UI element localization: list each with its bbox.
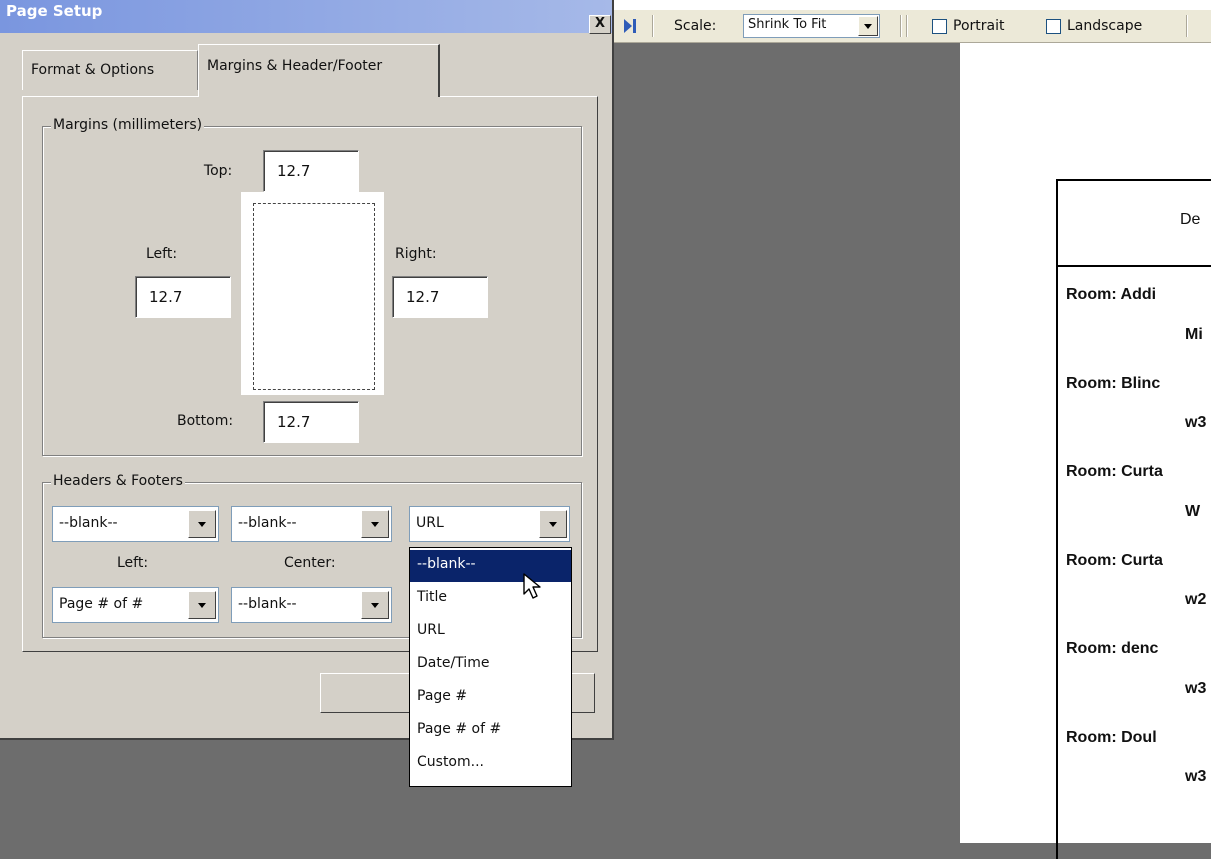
tab-margins-header-footer[interactable]: Margins & Header/Footer <box>198 44 440 97</box>
room-label: Room: Curta <box>1066 463 1163 480</box>
footer-center-select[interactable]: --blank-- <box>231 587 392 623</box>
toolbar-separator <box>906 15 908 37</box>
room-label: Room: Addi <box>1066 286 1157 303</box>
headers-footers-group-label: Headers & Footers <box>51 473 185 489</box>
preview-page: De Room: Addi Mi Room: Blinc w3 Room: Cu… <box>960 43 1211 859</box>
room-sub: Mi <box>1185 326 1203 343</box>
landscape-option[interactable]: Landscape <box>1046 10 1142 42</box>
dropdown-option-url[interactable]: URL <box>410 616 571 648</box>
header-center-select[interactable]: --blank-- <box>231 506 392 542</box>
center-column-label: Center: <box>284 555 336 571</box>
chevron-down-icon[interactable] <box>858 16 878 36</box>
landscape-checkbox[interactable] <box>1046 18 1061 34</box>
room-label: Room: denc <box>1066 640 1159 657</box>
room-sub: w3 <box>1185 680 1207 697</box>
tab-format-options[interactable]: Format & Options <box>22 50 198 90</box>
footer-left-select[interactable]: Page # of # <box>52 587 219 623</box>
portrait-option[interactable]: Portrait <box>932 10 1004 42</box>
left-margin-input[interactable]: 12.7 <box>135 276 231 318</box>
bottom-margin-label: Bottom: <box>177 413 234 429</box>
room-sub: w2 <box>1185 591 1207 608</box>
dialog-title-bar[interactable]: Page Setup X <box>0 0 612 34</box>
chevron-down-icon[interactable] <box>361 510 389 538</box>
room-sub: w3 <box>1185 768 1207 785</box>
left-column-label: Left: <box>117 555 149 571</box>
document-header-text: De <box>1180 211 1201 228</box>
room-sub: W <box>1185 503 1201 520</box>
chevron-down-icon[interactable] <box>188 510 216 538</box>
toolbar-separator <box>900 15 902 37</box>
scale-label: Scale: <box>674 18 717 34</box>
close-icon: X <box>594 16 606 31</box>
toolbar-separator <box>652 15 654 37</box>
margins-group-label: Margins (millimeters) <box>51 117 205 133</box>
close-button[interactable]: X <box>589 15 611 34</box>
top-margin-input[interactable]: 12.7 <box>263 150 359 192</box>
portrait-checkbox[interactable] <box>932 18 947 34</box>
chevron-down-icon[interactable] <box>188 591 216 619</box>
top-margin-label: TTop: <box>203 163 233 179</box>
left-margin-label: Left: <box>146 246 178 262</box>
document-table-header: De <box>1058 181 1211 267</box>
right-margin-label: Right: <box>395 246 437 262</box>
chevron-down-icon[interactable] <box>361 591 389 619</box>
header-left-select[interactable]: --blank-- <box>52 506 219 542</box>
toolbar-separator <box>1186 15 1188 37</box>
room-sub: w3 <box>1185 414 1207 431</box>
chevron-down-icon[interactable] <box>539 510 567 538</box>
document-table: De Room: Addi Mi Room: Blinc w3 Room: Cu… <box>1056 179 1211 859</box>
room-label: Room: Doul <box>1066 729 1157 746</box>
room-label: Room: Curta <box>1066 552 1163 569</box>
scale-select[interactable]: Shrink To Fit <box>743 14 880 38</box>
margin-preview <box>241 192 384 395</box>
room-label: Room: Blinc <box>1066 375 1161 392</box>
dropdown-option-datetime[interactable]: Date/Time <box>410 649 571 681</box>
dropdown-option-page-number[interactable]: Page # <box>410 682 571 714</box>
mouse-cursor-icon <box>523 573 541 599</box>
dialog-title: Page Setup <box>6 2 103 20</box>
last-page-icon[interactable] <box>624 19 636 33</box>
header-right-select[interactable]: URL <box>409 506 570 542</box>
right-margin-input[interactable]: 12.7 <box>392 276 488 318</box>
print-preview-toolbar: Scale: Shrink To Fit Portrait Landscape <box>600 10 1211 43</box>
dropdown-option-page-of[interactable]: Page # of # <box>410 715 571 747</box>
bottom-margin-input[interactable]: 12.7 <box>263 401 359 443</box>
dropdown-option-custom[interactable]: Custom... <box>410 748 571 780</box>
